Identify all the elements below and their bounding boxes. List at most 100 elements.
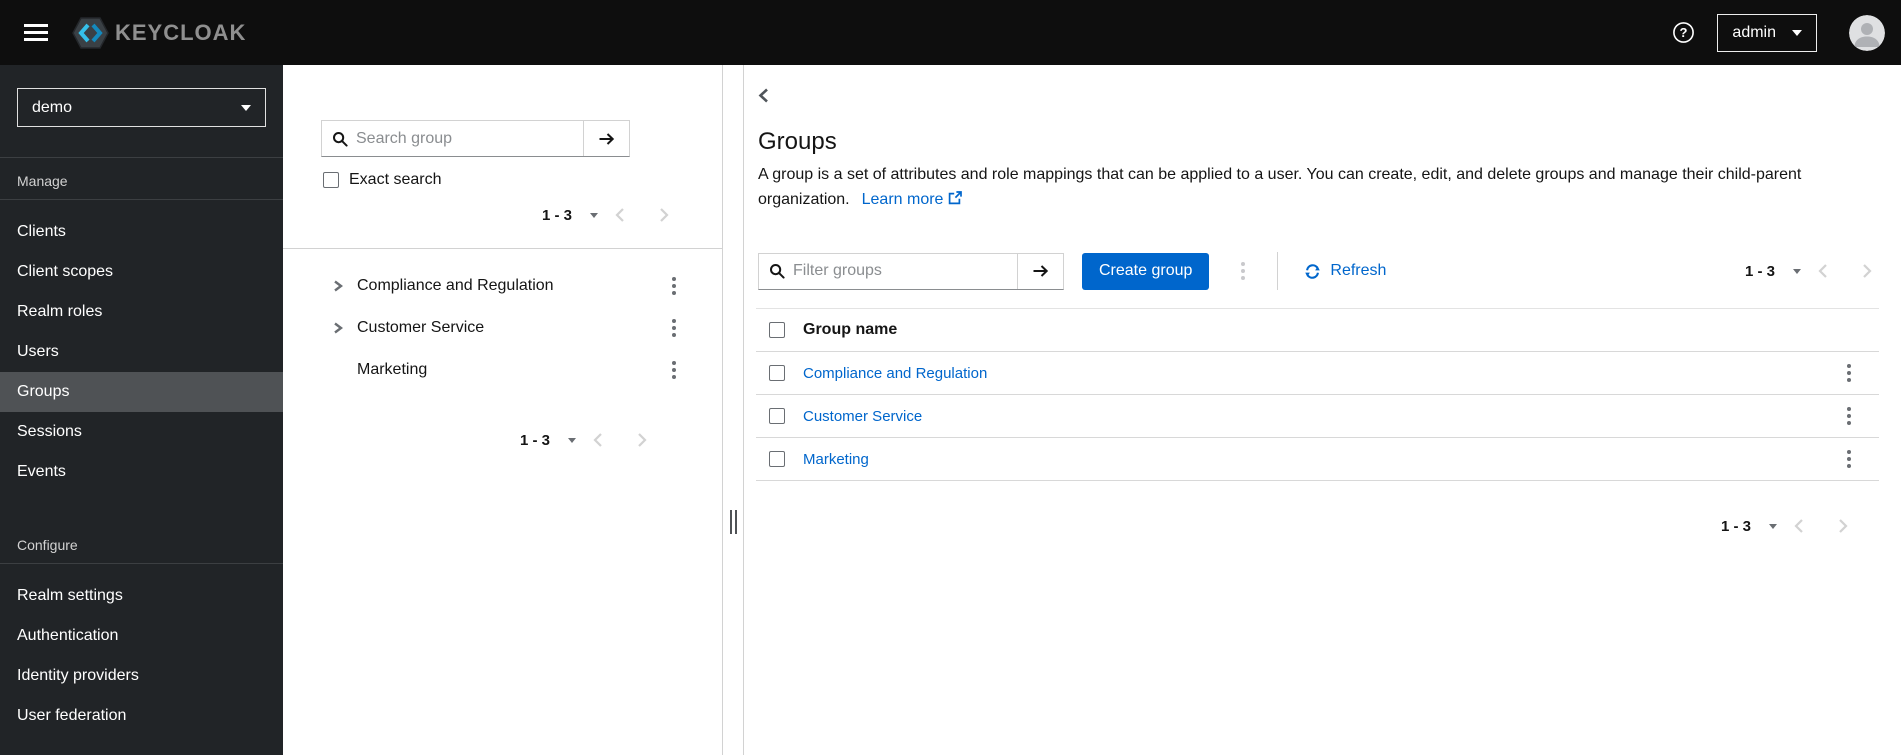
row-kebab-menu-icon[interactable] — [1841, 400, 1857, 432]
sidebar-item-groups[interactable]: Groups — [0, 372, 283, 412]
pagination-range-dropdown[interactable]: 1 - 3 — [520, 432, 576, 449]
pagination-range: 1 - 3 — [1744, 262, 1775, 280]
chevron-right-icon — [638, 433, 647, 447]
row-checkbox[interactable] — [769, 451, 785, 467]
sidebar-item-authentication[interactable]: Authentication — [0, 616, 283, 656]
brand-text: KEYCLOAK — [115, 19, 247, 45]
groups-main-panel: Groups A group is a set of attributes an… — [744, 65, 1901, 755]
row-kebab-menu-icon[interactable] — [1841, 357, 1857, 389]
hamburger-icon — [24, 24, 48, 41]
caret-down-icon — [1769, 523, 1777, 529]
tree-item-label[interactable]: Marketing — [357, 361, 427, 379]
search-icon — [759, 254, 785, 289]
app-window: KEYCLOAK ? admin demo Manage Clients Cli… — [0, 0, 1901, 755]
exact-search-checkbox[interactable] — [323, 171, 339, 188]
groups-table: Group name Compliance and Regulation Cus… — [756, 308, 1879, 481]
row-kebab-menu-icon[interactable] — [1841, 443, 1857, 475]
filter-groups — [758, 252, 1064, 290]
realm-selector-dropdown[interactable]: demo — [17, 88, 266, 127]
tree-pagination-bottom: 1 - 3 — [283, 425, 664, 455]
tree-item[interactable]: Customer Service — [283, 307, 722, 349]
user-menu-dropdown[interactable]: admin — [1717, 13, 1817, 52]
sidebar-item-user-federation[interactable]: User federation — [0, 696, 283, 736]
nav-toggle-button[interactable] — [18, 14, 54, 51]
select-all-checkbox[interactable] — [769, 322, 785, 338]
sidebar-item-realm-settings[interactable]: Realm settings — [0, 576, 283, 616]
toolbar-divider — [1277, 252, 1279, 290]
sidebar-item-events[interactable]: Events — [0, 452, 283, 492]
avatar[interactable] — [1849, 14, 1885, 51]
table-row: Compliance and Regulation — [756, 352, 1879, 395]
masthead: KEYCLOAK ? admin — [0, 0, 1901, 65]
search-icon — [322, 121, 348, 156]
pagination-prev-button[interactable] — [1801, 256, 1845, 286]
expand-chevron-icon[interactable] — [329, 279, 345, 293]
keycloak-logo-icon — [72, 16, 109, 49]
help-button[interactable]: ? — [1672, 21, 1695, 44]
masthead-right: ? admin — [1672, 13, 1885, 52]
tree-item-label[interactable]: Customer Service — [357, 319, 484, 337]
kebab-menu-icon[interactable] — [666, 270, 682, 302]
group-link[interactable]: Customer Service — [803, 408, 922, 425]
filter-groups-input[interactable] — [785, 253, 1017, 289]
sidebar-item-users[interactable]: Users — [0, 332, 283, 372]
group-link[interactable]: Compliance and Regulation — [803, 365, 987, 382]
pagination-range-dropdown[interactable]: 1 - 3 — [542, 207, 598, 224]
chevron-left-icon — [615, 208, 624, 222]
pagination-prev-button[interactable] — [1777, 511, 1821, 541]
row-checkbox[interactable] — [769, 408, 785, 424]
sidebar-item-realm-roles[interactable]: Realm roles — [0, 292, 283, 332]
search-group-submit-button[interactable] — [583, 121, 629, 156]
nav-section-manage: Manage Clients Client scopes Realm roles… — [0, 158, 283, 492]
row-checkbox[interactable] — [769, 365, 785, 381]
sidebar-item-identity-providers[interactable]: Identity providers — [0, 656, 283, 696]
refresh-icon — [1305, 263, 1321, 279]
search-group-input[interactable] — [348, 121, 583, 156]
nav-section-title: Manage — [0, 158, 283, 200]
pagination-range-dropdown[interactable]: 1 - 3 — [1745, 263, 1801, 280]
kebab-menu-icon[interactable] — [666, 354, 682, 386]
sidebar-item-sessions[interactable]: Sessions — [0, 412, 283, 452]
pagination-next-button[interactable] — [1845, 256, 1889, 286]
group-link[interactable]: Marketing — [803, 451, 869, 468]
tree-item[interactable]: Compliance and Regulation — [283, 265, 722, 307]
chevron-left-icon — [1818, 264, 1827, 278]
collapse-panel-button[interactable] — [758, 87, 769, 104]
tree-item-label[interactable]: Compliance and Regulation — [357, 277, 554, 295]
chevron-left-icon — [758, 88, 768, 103]
table-pagination-bottom: 1 - 3 — [756, 511, 1865, 541]
table-row: Marketing — [756, 438, 1879, 481]
learn-more-link[interactable]: Learn more — [862, 191, 963, 208]
panel-resize-handle[interactable] — [729, 510, 737, 534]
sidebar-item-client-scopes[interactable]: Client scopes — [0, 252, 283, 292]
pagination-range: 1 - 3 — [519, 431, 550, 449]
panel-splitter — [722, 65, 744, 755]
learn-more-label: Learn more — [861, 191, 944, 208]
pagination-next-button[interactable] — [1821, 511, 1865, 541]
refresh-button[interactable]: Refresh — [1304, 262, 1386, 280]
caret-down-icon — [590, 212, 598, 218]
exact-search-checkbox-row[interactable]: Exact search — [323, 171, 722, 188]
pagination-prev-button[interactable] — [598, 200, 642, 230]
kebab-menu-icon[interactable] — [666, 312, 682, 344]
pagination-next-button[interactable] — [620, 425, 664, 455]
svg-text:?: ? — [1680, 25, 1688, 40]
page-description: A group is a set of attributes and role … — [758, 162, 1866, 212]
caret-down-icon — [568, 437, 576, 443]
nav-section-configure: Configure Realm settings Authentication … — [0, 522, 283, 736]
groups-toolbar: Create group Refresh 1 - 3 — [756, 252, 1889, 290]
pagination-range-dropdown[interactable]: 1 - 3 — [1721, 518, 1777, 535]
pagination-next-button[interactable] — [642, 200, 686, 230]
toolbar-kebab-menu-icon[interactable] — [1235, 255, 1251, 287]
tree-pagination-top: 1 - 3 — [283, 200, 686, 230]
sidebar-item-clients[interactable]: Clients — [0, 212, 283, 252]
pagination-prev-button[interactable] — [576, 425, 620, 455]
refresh-label: Refresh — [1330, 262, 1387, 279]
group-search — [321, 120, 630, 157]
create-group-button[interactable]: Create group — [1082, 252, 1210, 290]
expand-chevron-icon[interactable] — [329, 321, 345, 335]
caret-down-icon — [1792, 29, 1802, 36]
tree-item[interactable]: Marketing — [283, 349, 722, 391]
filter-groups-submit-button[interactable] — [1017, 253, 1063, 289]
keycloak-logo: KEYCLOAK — [72, 16, 247, 49]
